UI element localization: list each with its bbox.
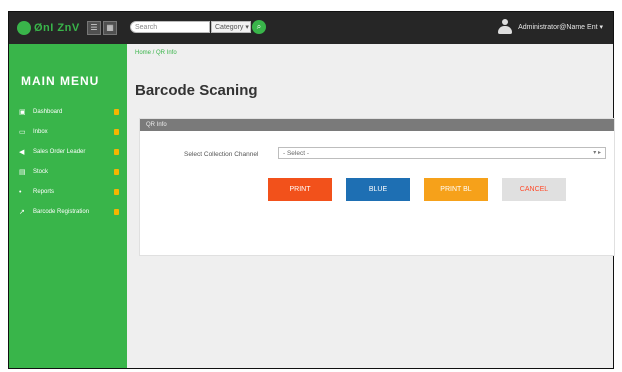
category-select[interactable]: Category ▾	[211, 21, 251, 33]
sidebar-item-reports[interactable]: • Reports	[19, 186, 119, 198]
chevron-down-icon: ▾ ▸	[593, 150, 601, 156]
sidebar-item-inbox[interactable]: ▭ Inbox	[19, 126, 119, 138]
chevron-icon	[114, 149, 119, 155]
sidebar: MAIN MENU ▣ Dashboard ▭ Inbox ◀ Sales Or…	[9, 44, 127, 368]
sidebar-item-label: Barcode Registration	[33, 209, 90, 215]
page-title: Barcode Scaning	[135, 82, 258, 99]
barcode-icon: ↗	[19, 209, 25, 216]
user-icon	[498, 19, 513, 35]
sidebar-item-label: Reports	[33, 189, 55, 195]
field-label: Select Collection Channel	[184, 151, 259, 158]
logo-icon	[17, 21, 31, 35]
sidebar-item-label: Inbox	[33, 129, 48, 135]
sidebar-item-label: Dashboard	[33, 109, 63, 115]
user-menu[interactable]: Administrator@Name Ent ▾	[498, 19, 603, 35]
top-bar: ØnI ZnV ☰ ▦ Search Category ▾ ⌕ Administ…	[9, 12, 613, 44]
blue-button[interactable]: BLUE	[346, 178, 410, 201]
sidebar-item-barcode-registration[interactable]: ↗ Barcode Registration	[19, 206, 119, 218]
sidebar-item-stock[interactable]: ▤ Stock	[19, 166, 119, 178]
chevron-icon	[114, 109, 119, 115]
app-window: ØnI ZnV ☰ ▦ Search Category ▾ ⌕ Administ…	[8, 11, 615, 369]
sidebar-item-orders[interactable]: ◀ Sales Order Leader	[19, 146, 119, 158]
chevron-icon	[114, 189, 119, 195]
print-bl-button[interactable]: PRINT BL	[424, 178, 488, 201]
print-button[interactable]: PRINT	[268, 178, 332, 201]
grid-icon[interactable]: ▦	[103, 21, 117, 35]
search-icon[interactable]: ⌕	[252, 20, 266, 34]
reports-icon: •	[19, 188, 22, 196]
qr-info-panel: QR Info Select Collection Channel - Sele…	[139, 118, 615, 256]
stock-icon: ▤	[19, 169, 26, 176]
search-input[interactable]: Search	[130, 21, 210, 33]
sidebar-item-label: Sales Order Leader	[33, 149, 86, 155]
main-content: Home / QR Info Barcode Scaning QR Info S…	[127, 44, 615, 368]
inbox-icon: ▭	[19, 129, 26, 136]
user-name: Administrator@Name Ent ▾	[518, 24, 603, 31]
sidebar-title: MAIN MENU	[21, 74, 100, 88]
breadcrumb[interactable]: Home / QR Info	[135, 50, 177, 56]
chevron-icon	[114, 129, 119, 135]
order-icon: ◀	[19, 149, 25, 156]
cancel-button[interactable]: CANCEL	[502, 178, 566, 201]
logo[interactable]: ØnI ZnV	[17, 19, 80, 37]
collection-channel-select[interactable]: - Select - ▾ ▸	[278, 147, 606, 159]
panel-header: QR Info	[140, 119, 614, 131]
chevron-icon	[114, 209, 119, 215]
sidebar-item-dashboard[interactable]: ▣ Dashboard	[19, 106, 119, 118]
menu-icon[interactable]: ☰	[87, 21, 101, 35]
logo-text: ØnI ZnV	[34, 22, 80, 34]
chevron-icon	[114, 169, 119, 175]
sidebar-item-label: Stock	[33, 169, 49, 175]
select-value: - Select -	[283, 150, 310, 157]
dashboard-icon: ▣	[19, 109, 26, 116]
